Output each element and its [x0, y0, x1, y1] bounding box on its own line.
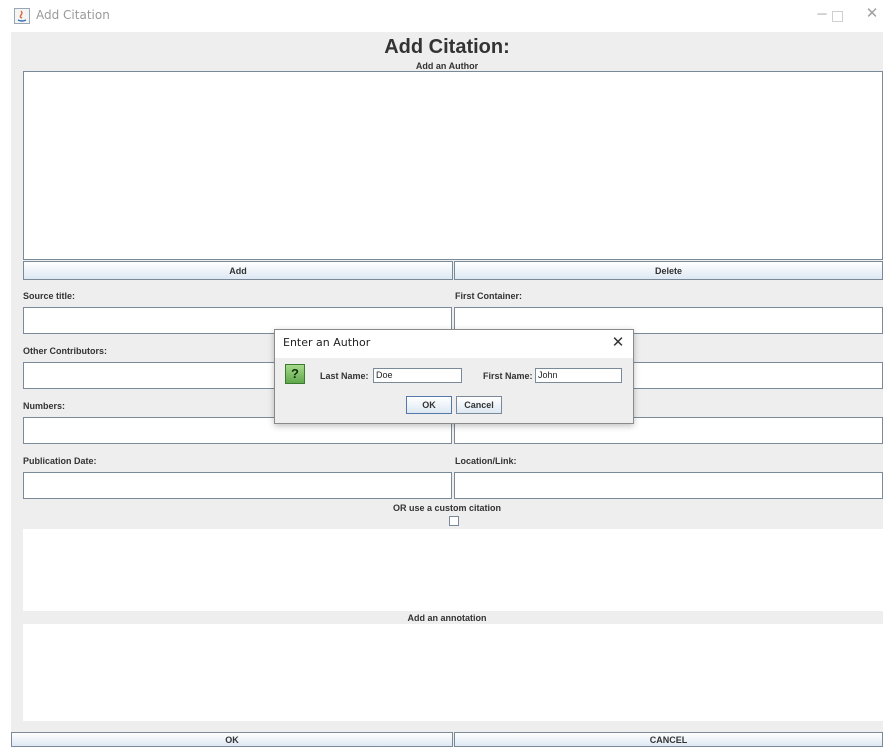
java-app-icon: [14, 8, 30, 24]
last-name-field[interactable]: Doe: [373, 368, 462, 383]
dialog-title: Enter an Author: [283, 336, 371, 349]
custom-citation-checkbox[interactable]: [449, 516, 459, 526]
dialog-close-icon[interactable]: ✕: [609, 333, 627, 351]
window-title: Add Citation: [36, 8, 110, 22]
numbers-label: Numbers:: [23, 401, 66, 411]
form-title: Add Citation:: [384, 36, 510, 58]
add-author-button[interactable]: Add: [23, 261, 453, 280]
dialog-cancel-button[interactable]: Cancel: [456, 396, 502, 414]
maximize-icon: [832, 11, 843, 22]
cancel-button[interactable]: CANCEL: [454, 732, 883, 747]
annotation-textarea[interactable]: [23, 624, 883, 721]
first-name-field[interactable]: John: [535, 368, 622, 383]
authors-label: Add an Author: [415, 61, 479, 71]
first-container-label: First Container:: [455, 291, 523, 301]
first-name-label: First Name:: [483, 371, 533, 381]
custom-citation-textarea[interactable]: [23, 529, 883, 611]
window-titlebar: [0, 0, 883, 32]
maximize-button[interactable]: [827, 6, 847, 24]
ok-button[interactable]: OK: [11, 732, 453, 747]
custom-citation-label: OR use a custom citation: [392, 503, 502, 513]
other-contributors-label: Other Contributors:: [23, 346, 107, 356]
dialog-ok-button[interactable]: OK: [406, 396, 452, 414]
location-link-field[interactable]: [454, 472, 883, 499]
last-name-label: Last Name:: [320, 371, 369, 381]
question-icon: ?: [285, 364, 305, 384]
delete-author-button[interactable]: Delete: [454, 261, 883, 280]
authors-list[interactable]: [23, 71, 883, 260]
location-link-label: Location/Link:: [455, 456, 517, 466]
source-title-label: Source title:: [23, 291, 76, 301]
close-window-button[interactable]: ✕: [862, 4, 882, 24]
publication-date-label: Publication Date:: [23, 456, 97, 466]
publication-date-field[interactable]: [23, 472, 452, 499]
annotation-label: Add an annotation: [407, 613, 487, 623]
enter-author-dialog: Enter an Author ✕ ? Last Name: Doe First…: [274, 329, 634, 424]
